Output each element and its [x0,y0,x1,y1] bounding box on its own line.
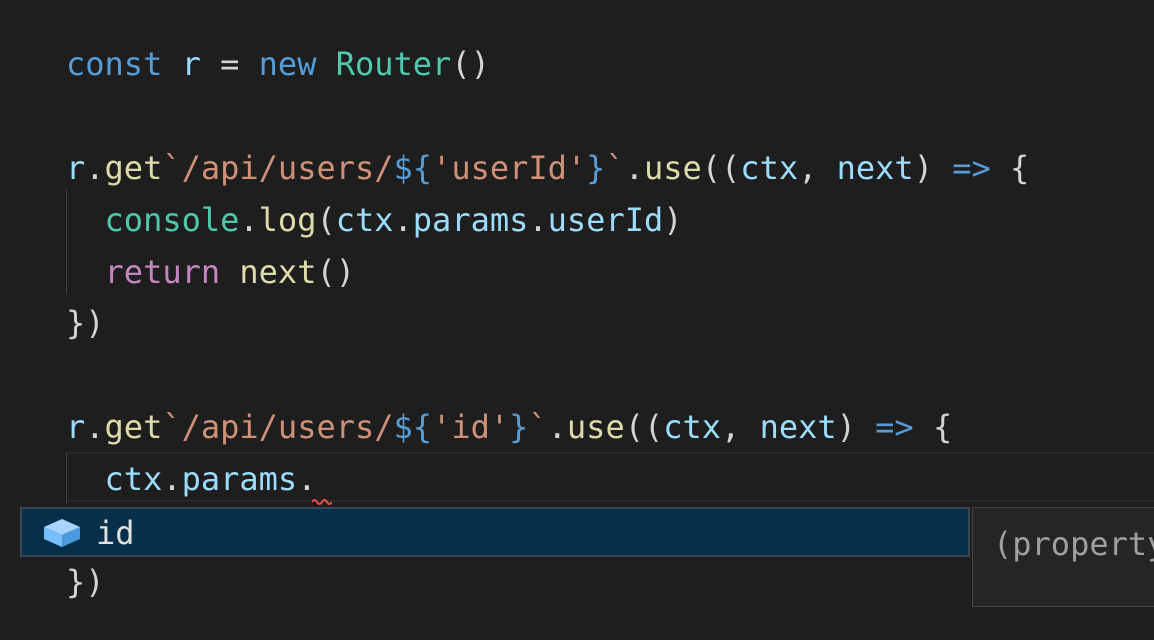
code-token: userId [547,201,664,239]
code-token: ctx [740,149,799,187]
code-token: log [258,201,317,239]
code-line[interactable]: }) [66,297,105,349]
code-token: use [566,408,625,446]
code-token: ${ [393,149,433,187]
code-token: ` [605,149,625,187]
code-token: , [798,149,837,187]
code-token: ctx [663,408,722,446]
code-token: next [759,408,837,446]
code-token: next [836,149,914,187]
code-token: const [66,45,163,83]
code-token: new [258,45,317,83]
code-token: params [412,201,529,239]
code-token: , [721,408,760,446]
code-token: next [239,253,317,291]
code-token: => [875,408,914,446]
code-token: ctx [104,460,163,498]
code-token: get [104,408,163,446]
code-token: () [451,45,490,83]
code-token: ) [663,201,683,239]
code-token: { [990,149,1030,187]
code-token: . [547,408,567,446]
code-token: ) [913,149,953,187]
code-token: (( [624,408,664,446]
code-token: }) [66,304,105,342]
error-squiggle [312,499,332,505]
code-token: => [952,149,991,187]
code-token: { [913,408,953,446]
code-token: use [643,149,702,187]
code-token: `/api/users/ [162,408,394,446]
suggest-item-label: id [96,514,135,552]
code-token: . [528,201,548,239]
code-token: ` [528,408,548,446]
code-token: 'userId' [432,149,587,187]
code-token: . [393,201,413,239]
code-token: r [181,45,201,83]
code-token: r [66,149,86,187]
code-token: () [316,253,355,291]
code-token: get [104,149,163,187]
code-token: . [239,201,259,239]
suggest-details-text: (property) id: string [993,525,1154,563]
code-token: }) [66,563,105,601]
code-token: } [509,408,529,446]
code-token: . [85,408,105,446]
code-token: . [85,149,105,187]
code-token: . [297,460,317,498]
code-token: console [104,201,240,239]
code-token: } [586,149,606,187]
code-token: Router [335,45,452,83]
code-token: params [181,460,298,498]
code-line[interactable]: const r = new Router() [66,38,490,90]
code-line[interactable]: r.get`/api/users/${'id'}`.use((ctx, next… [66,401,952,453]
code-token: . [624,149,644,187]
code-token: 'id' [432,408,510,446]
suggest-widget: id [20,507,970,557]
code-editor[interactable]: const r = new Router() r.get`/api/users/$… [0,0,1154,640]
code-token: return [104,253,221,291]
code-token: ) [836,408,876,446]
code-token: `/api/users/ [162,149,394,187]
suggest-item[interactable]: id [21,508,969,556]
code-token: r [66,408,86,446]
code-token: ctx [335,201,394,239]
code-token: ( [316,201,336,239]
code-token: (( [701,149,741,187]
code-line[interactable]: console.log(ctx.params.userId) [66,194,683,246]
code-line[interactable]: ctx.params. [66,453,317,505]
suggest-details: (property) id: string [972,507,1154,607]
code-line[interactable]: }) [66,556,105,608]
code-token: = [200,45,259,83]
code-line[interactable]: return next() [66,246,355,298]
code-line[interactable]: r.get`/api/users/${'userId'}`.use((ctx, … [66,142,1029,194]
property-cube-icon [40,517,84,549]
code-token: . [162,460,182,498]
code-token: ${ [393,408,433,446]
